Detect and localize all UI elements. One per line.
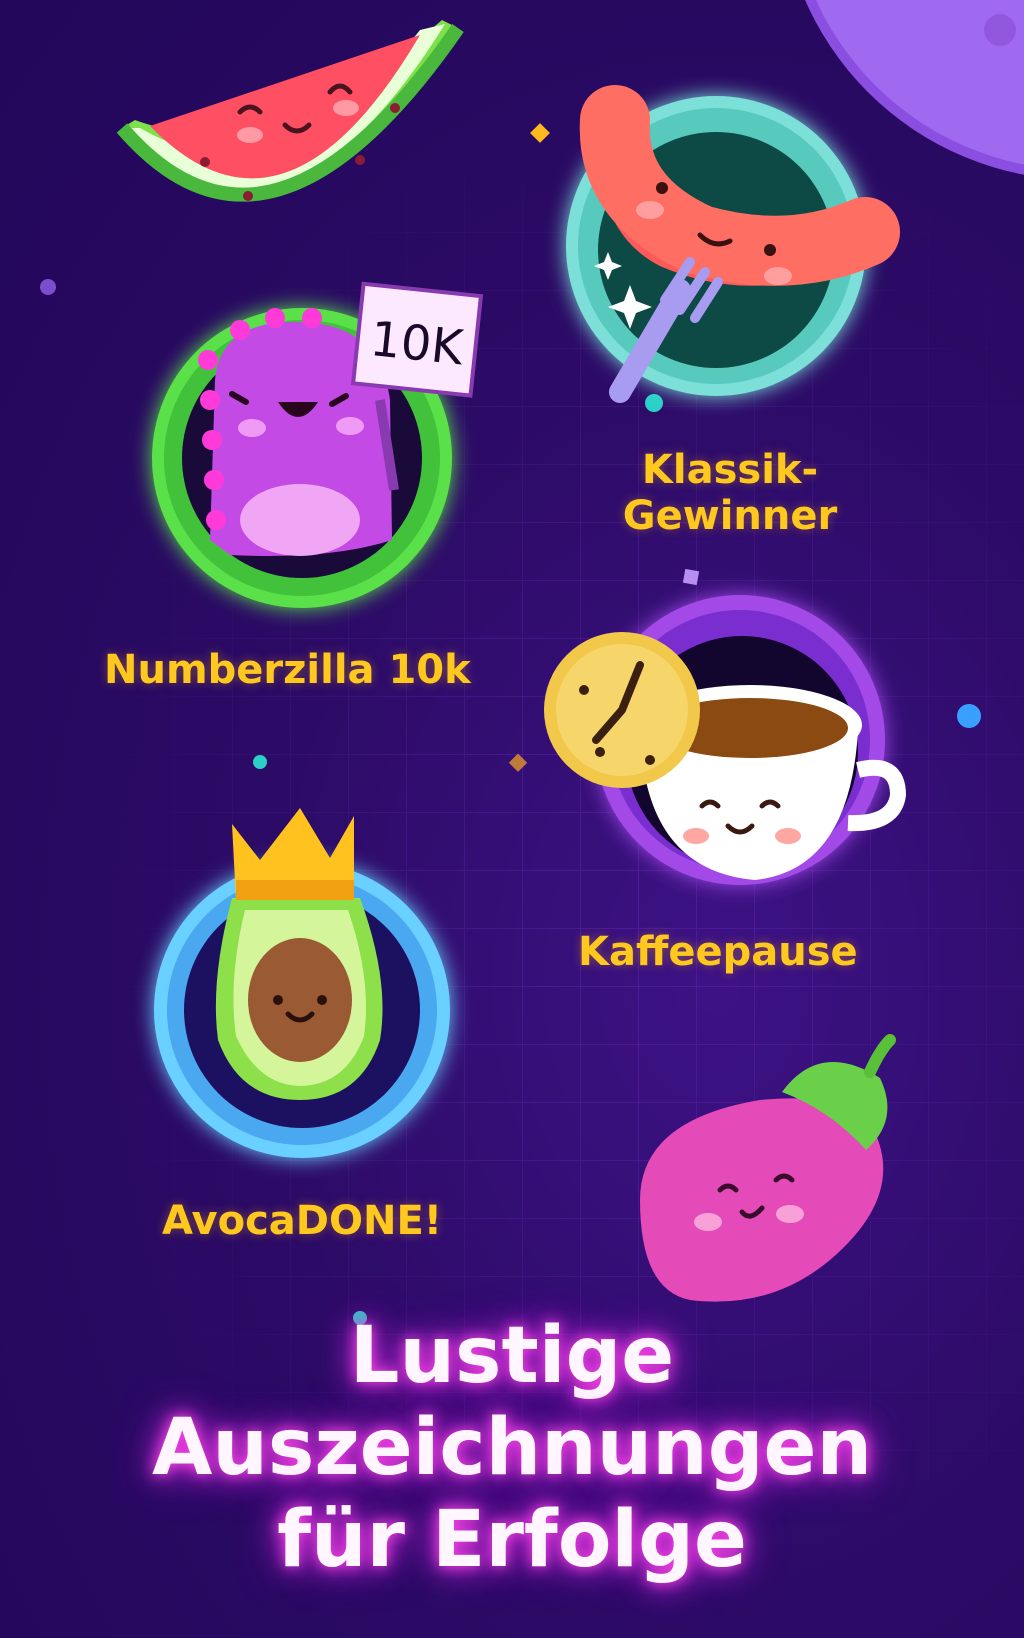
badge-label-klassik-line2: Gewinner (622, 493, 838, 539)
badge-label-avoca: AvocaDONE! (162, 1198, 443, 1244)
klassik-badge-art (566, 85, 900, 403)
watermelon-icon (116, 20, 464, 202)
badge-label-klassik: Klassik- Gewinner (600, 447, 860, 539)
sign-icon: 10K (350, 281, 484, 398)
promo-screen: 10K Klassik- Gewinner Numberzilla 10k Ka… (0, 0, 1024, 1638)
sign-text: 10K (368, 311, 467, 377)
eggplant-icon (640, 1034, 896, 1302)
headline-line1: Lustige (349, 1311, 675, 1401)
headline-line3: für Erfolge (277, 1495, 747, 1585)
headline: Lustige Auszeichnungen für Erfolge (0, 1310, 1024, 1586)
badge-label-kaffee: Kaffeepause (578, 929, 858, 975)
headline-line2: Auszeichnungen (152, 1403, 872, 1493)
avocado-icon (215, 898, 383, 1100)
crown-icon (232, 808, 354, 900)
clock-cookie-icon (544, 632, 700, 788)
numberzilla-badge-art: 10K (152, 281, 484, 608)
kaffee-badge-art (544, 595, 907, 885)
avoca-badge-art (154, 808, 450, 1158)
badge-label-klassik-line1: Klassik- (641, 447, 819, 493)
badge-label-numberzilla: Numberzilla 10k (104, 647, 471, 693)
